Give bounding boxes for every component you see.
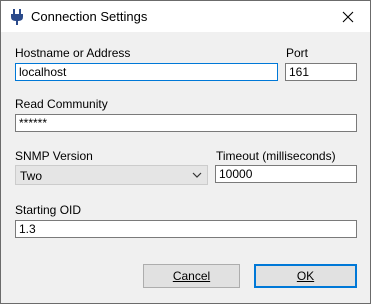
hostname-label: Hostname or Address xyxy=(15,46,131,60)
connection-settings-dialog: Connection Settings Hostname or Address … xyxy=(0,0,371,304)
ok-button[interactable]: OK xyxy=(254,264,357,288)
snmp-version-value: Two xyxy=(20,169,43,183)
close-icon xyxy=(342,11,354,22)
close-button[interactable] xyxy=(326,1,370,32)
ok-button-label: OK xyxy=(296,269,315,283)
read-community-input[interactable] xyxy=(15,114,357,132)
snmp-version-label: SNMP Version xyxy=(15,149,93,163)
starting-oid-input[interactable] xyxy=(15,220,357,238)
hostname-input[interactable] xyxy=(15,63,278,81)
cancel-button-label: Cancel xyxy=(172,269,211,283)
port-input[interactable] xyxy=(285,63,357,81)
starting-oid-label: Starting OID xyxy=(15,203,82,217)
title-bar: Connection Settings xyxy=(1,1,370,32)
chevron-down-icon xyxy=(192,172,202,178)
snmp-version-select[interactable]: Two xyxy=(15,165,208,185)
timeout-input[interactable] xyxy=(215,165,357,183)
cancel-button[interactable]: Cancel xyxy=(143,264,240,288)
dialog-title: Connection Settings xyxy=(31,9,148,24)
port-label: Port xyxy=(286,46,309,60)
read-community-label: Read Community xyxy=(15,97,108,111)
plug-icon xyxy=(11,9,23,25)
timeout-label: Timeout (milliseconds) xyxy=(216,149,336,163)
